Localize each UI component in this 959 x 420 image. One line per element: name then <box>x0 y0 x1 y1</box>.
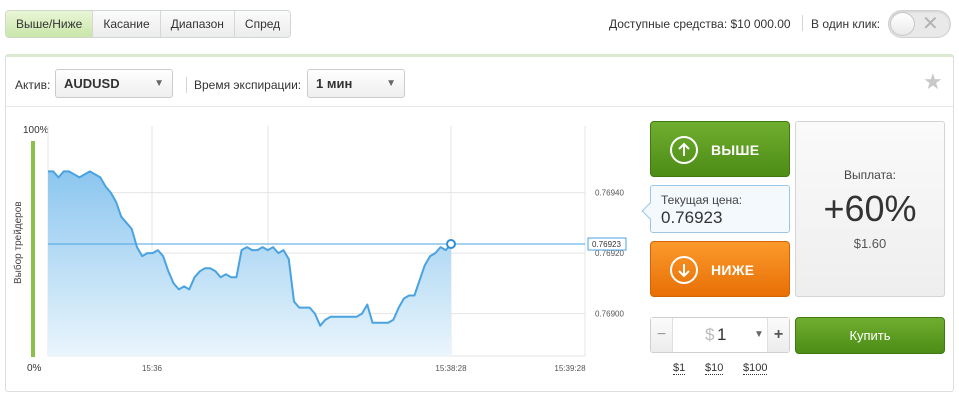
current-price-label: Текущая цена: <box>661 193 743 207</box>
buy-button[interactable]: Купить <box>795 317 945 354</box>
quick-amount-100[interactable]: $100 <box>743 362 768 375</box>
x-tick-label: 15:38:28 <box>435 364 467 373</box>
currency-symbol: $ <box>705 325 715 344</box>
y-tick-label: 0.76900 <box>595 310 624 319</box>
current-price-value: 0.76923 <box>661 208 723 227</box>
arrow-up-icon <box>670 136 698 164</box>
current-price-tag-label: 0.76923 <box>592 240 621 249</box>
current-price-box: Текущая цена: 0.76923 <box>641 185 790 233</box>
amount-stepper: − $ 1 ▼ + <box>650 317 790 353</box>
payout-label: Выплата: <box>844 168 896 182</box>
current-price-dot <box>446 239 456 250</box>
x-tick-label: 15:36 <box>142 364 163 373</box>
lower-label: НИЖЕ <box>711 262 755 278</box>
increase-button[interactable]: + <box>767 318 789 352</box>
arrow-down-icon <box>670 256 698 284</box>
payout-amount: $1.60 <box>853 236 887 251</box>
lower-button[interactable]: НИЖЕ <box>650 241 790 297</box>
decrease-button[interactable]: − <box>651 318 673 352</box>
y-tick-label: 0.76940 <box>595 189 624 198</box>
price-area <box>48 171 451 356</box>
higher-button[interactable]: ВЫШЕ <box>650 121 790 177</box>
quick-amount-10[interactable]: $10 <box>705 362 724 375</box>
quick-amount-1[interactable]: $1 <box>673 362 686 375</box>
payout-box: Выплата: +60% $1.60 <box>795 121 945 297</box>
higher-label: ВЫШЕ <box>711 142 760 158</box>
chevron-down-icon[interactable]: ▼ <box>754 329 764 340</box>
x-tick-label: 15:39:28 <box>554 364 586 373</box>
payout-percent: +60% <box>823 188 917 229</box>
amount-input[interactable]: 1 <box>717 325 726 345</box>
